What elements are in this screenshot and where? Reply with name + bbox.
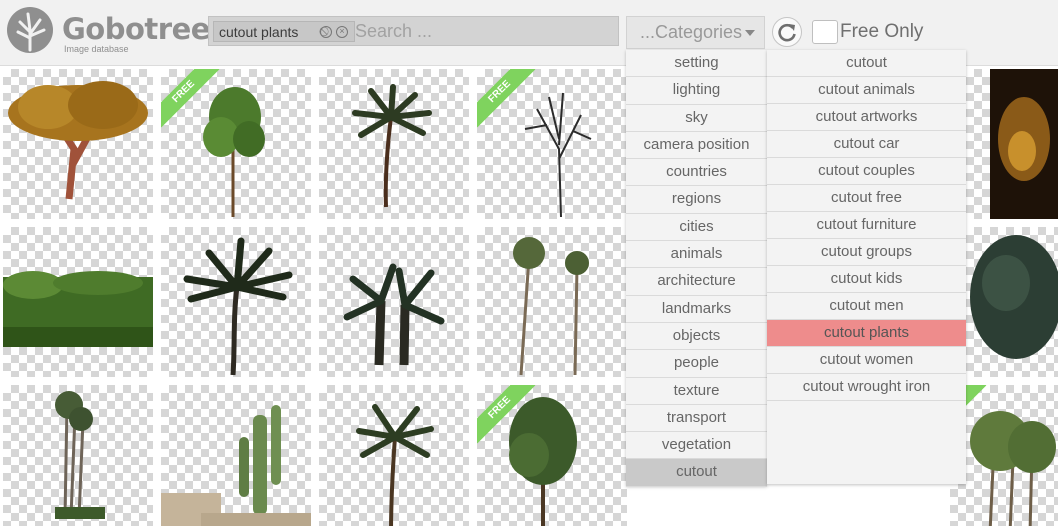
image-tile[interactable]: [3, 385, 153, 526]
banana-field-image: [3, 271, 153, 347]
tag-close-icon[interactable]: ×: [336, 26, 348, 38]
category-lighting[interactable]: lighting: [626, 77, 767, 105]
image-tile[interactable]: [319, 69, 469, 219]
palm-row-image: [55, 391, 105, 519]
logo-subtitle: Image database: [64, 44, 129, 54]
category-transport[interactable]: transport: [626, 405, 767, 433]
category-vegetation[interactable]: vegetation: [626, 432, 767, 460]
category-people[interactable]: people: [626, 350, 767, 378]
categories-menu: setting lighting sky camera position cou…: [626, 50, 767, 487]
category-sky[interactable]: sky: [626, 105, 767, 132]
subcategory-cutout-furniture[interactable]: cutout furniture: [767, 212, 966, 239]
tree-logo-icon[interactable]: [6, 6, 54, 54]
image-tile[interactable]: [161, 227, 311, 377]
image-tile[interactable]: FREE: [477, 385, 627, 526]
search-tag: cutout plants ⃠ ×: [213, 21, 355, 42]
subcategory-cutout-couples[interactable]: cutout couples: [767, 158, 966, 185]
search-tag-label: cutout plants: [219, 24, 299, 40]
category-camera-position[interactable]: camera position: [626, 132, 767, 160]
category-objects[interactable]: objects: [626, 323, 767, 351]
subcategory-cutout-groups[interactable]: cutout groups: [767, 239, 966, 266]
category-cutout[interactable]: cutout: [626, 459, 767, 487]
image-tile[interactable]: FREE: [950, 385, 1058, 526]
category-countries[interactable]: countries: [626, 159, 767, 187]
image-tile[interactable]: [319, 227, 469, 377]
category-architecture[interactable]: architecture: [626, 268, 767, 296]
image-tile[interactable]: [161, 385, 311, 526]
search-input[interactable]: cutout plants ⃠ × Search ...: [208, 16, 619, 46]
palm-image: [183, 237, 293, 376]
subcategory-cutout[interactable]: cutout: [767, 50, 966, 77]
tag-ban-icon[interactable]: ⃠: [320, 26, 332, 38]
image-tile[interactable]: FREE: [161, 69, 311, 219]
search-placeholder[interactable]: Search ...: [355, 21, 432, 42]
image-tile[interactable]: [3, 227, 153, 377]
free-only-checkbox[interactable]: [812, 20, 838, 44]
categories-label: ...Categories: [640, 22, 743, 42]
subcategory-cutout-free[interactable]: cutout free: [767, 185, 966, 212]
slim-trees-image: [970, 411, 1056, 526]
category-animals[interactable]: animals: [626, 241, 767, 269]
free-only-label[interactable]: Free Only: [840, 21, 923, 43]
image-tile[interactable]: [319, 385, 469, 526]
palm-image: [356, 404, 434, 526]
category-regions[interactable]: regions: [626, 186, 767, 214]
broad-tree-image: [8, 81, 148, 200]
refresh-button[interactable]: [772, 17, 802, 47]
category-texture[interactable]: texture: [626, 378, 767, 405]
subcategory-cutout-car[interactable]: cutout car: [767, 131, 966, 158]
caret-down-icon: [745, 30, 755, 36]
subcategory-cutout-kids[interactable]: cutout kids: [767, 266, 966, 293]
image-tile[interactable]: [950, 69, 1058, 219]
palm-image: [352, 84, 432, 208]
subcategories-menu: cutout cutout animals cutout artworks cu…: [767, 50, 966, 484]
image-tile[interactable]: [477, 227, 627, 377]
subcategory-cutout-wrought-iron[interactable]: cutout wrought iron: [767, 374, 966, 401]
subcategory-cutout-women[interactable]: cutout women: [767, 347, 966, 374]
image-tile[interactable]: [950, 227, 1058, 377]
lit-tree-image: [990, 69, 1058, 219]
double-palm-image: [343, 263, 445, 366]
fan-palm-image: [970, 235, 1058, 359]
refresh-icon: [778, 23, 796, 42]
subcategory-cutout-men[interactable]: cutout men: [767, 293, 966, 320]
subcategory-cutout-plants[interactable]: cutout plants: [767, 320, 966, 347]
subcategory-cutout-animals[interactable]: cutout animals: [767, 77, 966, 104]
category-landmarks[interactable]: landmarks: [626, 296, 767, 323]
image-tile[interactable]: FREE: [477, 69, 627, 219]
logo-text[interactable]: Gobotree: [62, 12, 210, 46]
categories-dropdown[interactable]: ...Categories: [626, 16, 765, 49]
subcategory-cutout-artworks[interactable]: cutout artworks: [767, 104, 966, 131]
image-tile[interactable]: [3, 69, 153, 219]
cactus-image: [161, 405, 311, 526]
category-setting[interactable]: setting: [626, 50, 767, 78]
category-cities[interactable]: cities: [626, 214, 767, 242]
tall-palms-image: [513, 237, 589, 376]
